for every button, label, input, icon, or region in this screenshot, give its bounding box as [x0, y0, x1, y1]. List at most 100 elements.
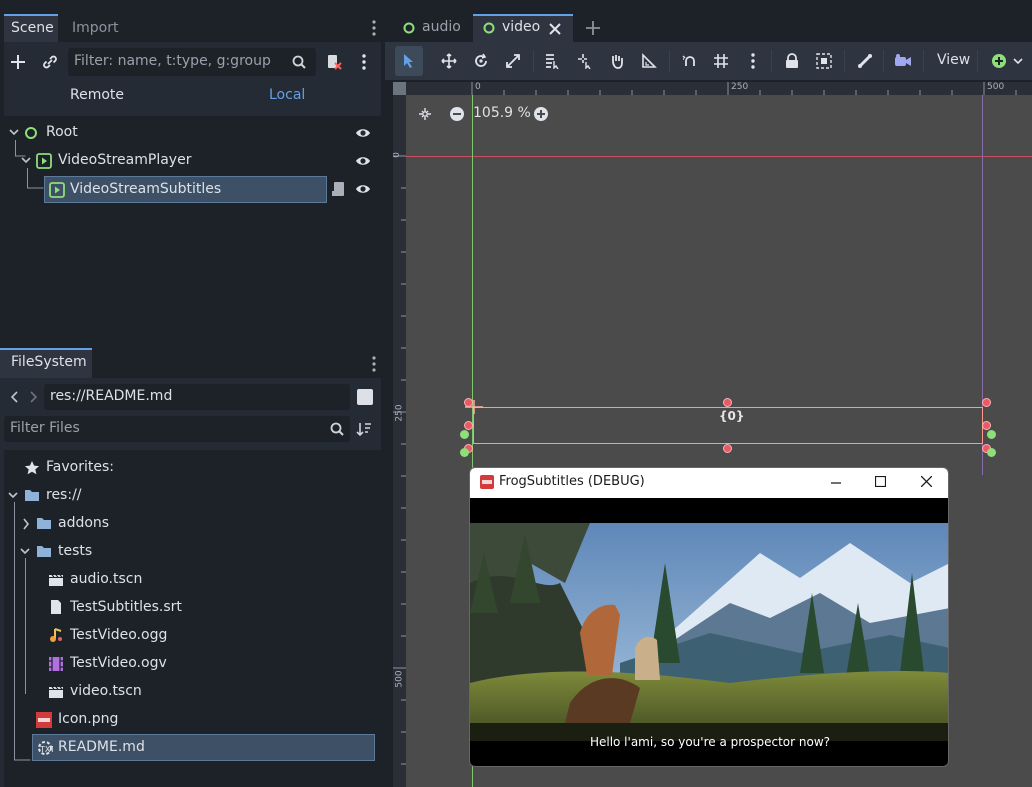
pivot-mode-button[interactable]: [571, 46, 599, 76]
script-remove-icon[interactable]: [322, 50, 346, 74]
skeleton-button[interactable]: [851, 46, 879, 76]
add-circle-icon: [992, 54, 1006, 68]
app-icon: [480, 475, 494, 489]
forward-arrow-icon[interactable]: [28, 390, 38, 404]
center-view-icon[interactable]: [417, 106, 433, 122]
list-select-button[interactable]: [538, 46, 566, 76]
back-arrow-icon[interactable]: [10, 390, 20, 404]
smart-snap-button[interactable]: [675, 46, 703, 76]
file-row-readme[interactable]: TXT README.md: [32, 734, 375, 761]
scene-menu-icon[interactable]: [356, 50, 372, 74]
file-row-audio-tscn[interactable]: audio.tscn: [4, 568, 381, 592]
file-row-testsubtitles[interactable]: TestSubtitles.srt: [4, 596, 381, 620]
resize-handle[interactable]: [464, 421, 473, 430]
file-row-favorites[interactable]: Favorites:: [4, 456, 381, 480]
group-button[interactable]: [810, 46, 838, 76]
ruler-v-label-0: 0: [393, 152, 402, 158]
zoom-in-icon[interactable]: [533, 106, 549, 122]
zoom-out-icon[interactable]: [449, 106, 465, 122]
remote-button[interactable]: Remote: [60, 84, 140, 108]
file-row-addons[interactable]: addons: [4, 512, 381, 536]
text-file-icon: [51, 600, 61, 614]
grid-snap-button[interactable]: [707, 46, 735, 76]
scale-mode-button[interactable]: [499, 46, 527, 76]
snap-options-button[interactable]: [739, 46, 767, 76]
script-icon[interactable]: [332, 181, 346, 197]
file-label-video-tscn: video.tscn: [70, 683, 142, 699]
add-tab-icon[interactable]: [585, 20, 601, 36]
debug-titlebar[interactable]: FrogSubtitles (DEBUG): [470, 468, 948, 498]
file-row-testvideo-ogv[interactable]: TestVideo.ogv: [4, 652, 381, 676]
tab-filesystem[interactable]: FileSystem: [0, 348, 92, 378]
file-row-testvideo-ogg[interactable]: TestVideo.ogg: [4, 624, 381, 648]
tab-import[interactable]: Import: [60, 14, 130, 42]
filesystem-dock: FileSystem res://README.md Filter Files …: [0, 348, 385, 787]
toggle-split-button[interactable]: [357, 389, 373, 405]
filesystem-menu-icon[interactable]: [366, 354, 382, 374]
pivot-marker-icon: [465, 400, 483, 414]
chevron-right-icon[interactable]: [22, 518, 30, 530]
anchor-handle[interactable]: [987, 448, 996, 457]
chevron-down-icon[interactable]: [9, 129, 19, 137]
file-tree: Favorites: res:// addons tests audio.tsc…: [4, 450, 381, 787]
add-plugin-button[interactable]: [983, 46, 1029, 76]
maximize-icon[interactable]: [875, 476, 886, 487]
scene-filter-input[interactable]: Filter: name, t:type, g:group: [68, 48, 316, 76]
ruler-v-label-500: 500: [394, 670, 405, 688]
rotate-mode-button[interactable]: [467, 46, 495, 76]
scene-tab-video[interactable]: video: [473, 14, 573, 42]
lock-button[interactable]: [778, 46, 806, 76]
resize-handle[interactable]: [723, 398, 732, 407]
zoom-level[interactable]: 105.9 %: [473, 105, 531, 121]
folder-icon: [37, 518, 51, 529]
close-icon[interactable]: [921, 476, 932, 487]
file-row-video-tscn[interactable]: video.tscn: [4, 680, 381, 704]
scene-file-icon: [49, 686, 63, 698]
select-mode-button[interactable]: [395, 46, 423, 76]
file-label-testvideo-ogg: TestVideo.ogg: [70, 627, 168, 643]
debug-window[interactable]: FrogSubtitles (DEBUG) Hello l'ami, so yo…: [469, 467, 949, 767]
add-node-icon[interactable]: [8, 50, 28, 74]
path-field[interactable]: res://README.md: [44, 384, 350, 410]
visibility-eye-icon[interactable]: [355, 182, 371, 196]
visibility-eye-icon[interactable]: [355, 126, 371, 140]
sort-icon[interactable]: [356, 421, 372, 437]
ruler-mode-button[interactable]: [635, 46, 663, 76]
lock-icon: [786, 53, 798, 68]
resize-handle[interactable]: [723, 444, 732, 453]
pan-mode-button[interactable]: [603, 46, 631, 76]
ruler-icon: [642, 53, 657, 68]
visibility-eye-icon[interactable]: [355, 154, 371, 168]
move-mode-button[interactable]: [435, 46, 463, 76]
link-icon[interactable]: [38, 50, 62, 74]
resize-handle[interactable]: [982, 421, 991, 430]
tree-row-videostreamsubtitles[interactable]: VideoStreamSubtitles: [44, 176, 327, 203]
anchor-handle[interactable]: [987, 430, 996, 439]
view-menu-button[interactable]: View: [929, 46, 971, 76]
tab-scene[interactable]: Scene: [4, 14, 58, 42]
file-row-res[interactable]: res://: [4, 484, 381, 508]
file-label-tests: tests: [58, 543, 93, 559]
tree-row-root[interactable]: Root: [4, 122, 381, 144]
anchor-handle[interactable]: [460, 448, 469, 457]
file-row-tests[interactable]: tests: [4, 540, 381, 564]
tree-row-videostreamplayer[interactable]: VideoStreamPlayer: [4, 150, 381, 172]
chevron-down-icon[interactable]: [20, 548, 30, 556]
view-menu-label: View: [937, 52, 971, 68]
close-icon[interactable]: [549, 23, 561, 35]
local-button[interactable]: Local: [258, 84, 318, 108]
minimize-icon[interactable]: [831, 482, 841, 484]
file-row-icon-png[interactable]: Icon.png: [4, 708, 381, 732]
file-filter-input[interactable]: Filter Files: [4, 416, 350, 442]
anchor-handle[interactable]: [460, 430, 469, 439]
chevron-down-icon[interactable]: [21, 157, 31, 165]
resize-handle[interactable]: [982, 398, 991, 407]
video-player-icon: [36, 153, 52, 169]
file-label-favorites: Favorites:: [46, 459, 114, 475]
scene-dock-menu-icon[interactable]: [366, 18, 382, 38]
camera-override-button[interactable]: [889, 46, 917, 76]
tab-import-label: Import: [72, 20, 119, 36]
scene-tab-audio[interactable]: audio: [393, 14, 471, 42]
file-label-audio-tscn: audio.tscn: [70, 571, 143, 587]
chevron-down-icon[interactable]: [8, 492, 18, 500]
